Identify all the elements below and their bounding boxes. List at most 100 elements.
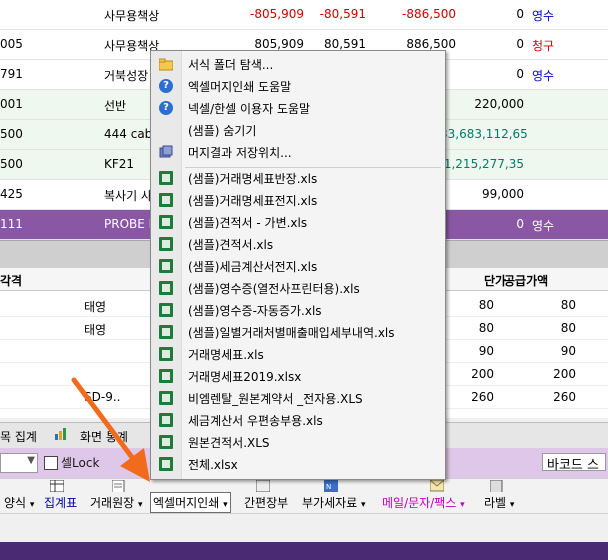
menu-item-hide-samples[interactable]: (샘플) 숨기기 <box>151 119 445 141</box>
excel-file-icon <box>159 347 173 361</box>
chevron-down-icon: ▾ <box>460 500 465 510</box>
vat-data-label: 부가세자료 <box>302 496 358 510</box>
notebook-icon <box>256 480 270 492</box>
svg-text:N: N <box>326 483 331 491</box>
supply-cell: 805,909 <box>254 37 304 51</box>
excel-file-icon <box>159 391 173 405</box>
mail-sms-fax-button[interactable]: 메일/문자/팩스 ▾ <box>382 480 465 511</box>
chevron-down-icon: ▾ <box>509 500 515 510</box>
menu-item-excel-help[interactable]: ? 엑셀머지인쇄 도움말 <box>151 75 445 97</box>
code-cell: 500 <box>0 157 23 171</box>
excel-file-icon <box>159 281 173 295</box>
vat-data-button[interactable]: N 부가세자료 ▾ <box>302 480 366 511</box>
excel-file-icon <box>159 457 173 471</box>
tax-cell: 80,591 <box>324 37 366 51</box>
supply-cell: 200 <box>553 367 576 381</box>
menu-item-xls[interactable]: (샘플)거래명세표반장.xls <box>151 167 445 189</box>
name-cell: SD-9.. <box>84 390 121 404</box>
excel-file-icon <box>159 325 173 339</box>
column-header-price: 단가 <box>484 274 507 288</box>
column-header-spec: 각격 <box>0 274 23 288</box>
simple-ledger-label: 간편장부 <box>244 496 289 510</box>
tab-item-summary[interactable]: 목 집계 <box>0 428 37 445</box>
excel-file-icon <box>159 259 173 273</box>
excel-merge-print-label: 엑셀머지인쇄 <box>153 496 220 510</box>
filter-select[interactable]: ▼ <box>0 453 38 473</box>
name-cell: 태영 <box>84 300 107 314</box>
chart-icon <box>54 428 68 443</box>
balance-cell: 0 <box>516 7 524 21</box>
help-icon: ? <box>159 101 173 115</box>
menu-item-xls[interactable]: 원본견적서.XLS <box>151 431 445 453</box>
price-cell: 200 <box>471 367 494 381</box>
label-button[interactable]: 라벨 ▾ <box>484 480 515 511</box>
chevron-down-icon: ▼ <box>27 455 35 466</box>
menu-item-xls[interactable]: (샘플)견적서 - 가변.xls <box>151 211 445 233</box>
menu-item-hancell-help[interactable]: ? 넥셀/한셀 이용자 도움말 <box>151 97 445 119</box>
supply-cell: 80 <box>560 321 576 335</box>
summary-icon <box>50 480 64 492</box>
tab-screen-stats[interactable]: 화면 통계 <box>80 428 128 445</box>
folder-icon <box>158 57 174 71</box>
form-label: 양식 <box>4 496 27 510</box>
summary-button[interactable]: 집계표 <box>44 480 78 511</box>
status-cell: 영수 <box>532 219 555 233</box>
item-name-cell: 사무용책상 <box>104 9 160 23</box>
table-row[interactable]: 사무용책상 -805,909 -80,591 -886,500 0 영수 <box>0 0 608 30</box>
menu-item-xls[interactable]: (샘플)영수증(열전사프린터용).xls <box>151 277 445 299</box>
menu-item-xls[interactable]: (샘플)일별거래처별매출매입세부내역.xls <box>151 321 445 343</box>
price-cell: 260 <box>471 390 494 404</box>
menu-item-xls[interactable]: 거래명세표2019.xlsx <box>151 365 445 387</box>
mail-sms-fax-label: 메일/문자/팩스 <box>382 496 457 510</box>
excel-file-icon <box>159 193 173 207</box>
menu-item-save-location[interactable]: 머지결과 저장위치... <box>151 141 445 163</box>
label-label: 라벨 <box>484 496 507 510</box>
code-cell: 500 <box>0 127 23 141</box>
column-header-supply: 공급가액 <box>504 274 549 288</box>
simple-ledger-button[interactable]: 간편장부 <box>244 480 289 511</box>
menu-item-xls[interactable]: 전체.xlsx <box>151 453 445 475</box>
summary-label: 집계표 <box>44 496 78 510</box>
supply-cell: 80 <box>560 298 576 312</box>
excel-merge-print-button[interactable]: 엑셀머지인쇄 ▾ <box>150 492 231 513</box>
menu-item-xls[interactable]: (샘플)영수증-자동증가.xls <box>151 299 445 321</box>
menu-item-xls[interactable]: (샘플)거래명세표전지.xls <box>151 189 445 211</box>
name-cell: 태영 <box>84 323 107 337</box>
excel-file-icon <box>159 215 173 229</box>
excel-file-icon <box>159 237 173 251</box>
main-toolbar: 양식 ▾ 집계표 거래원장 ▾ 엑셀머지인쇄 ▾ 간편장부 N 부가세자료 ▾ … <box>0 478 608 514</box>
save-location-icon <box>159 145 173 159</box>
form-button[interactable]: 양식 ▾ <box>4 494 34 511</box>
item-name-cell: 선반 <box>104 99 127 113</box>
ledger-button[interactable]: 거래원장 ▾ <box>90 480 143 511</box>
balance-cell: 1,215,277,35 <box>443 157 524 171</box>
code-cell: 425 <box>0 187 23 201</box>
menu-item-browse-folder[interactable]: 서식 폴더 탐색... <box>151 53 445 75</box>
supply-cell: 260 <box>553 390 576 404</box>
cell-lock-checkbox[interactable] <box>44 456 58 470</box>
menu-item-xls[interactable]: 세금계산서 우편송부용.xls <box>151 409 445 431</box>
news-icon: N <box>324 480 338 492</box>
item-name-cell: KF21 <box>104 157 135 171</box>
code-cell: 791 <box>0 67 23 81</box>
document-icon <box>112 480 125 492</box>
excel-file-icon <box>159 171 173 185</box>
balance-cell: 0 <box>516 217 524 231</box>
excel-file-icon <box>159 413 173 427</box>
excel-file-icon <box>159 435 173 449</box>
code-cell: 005 <box>0 37 23 51</box>
label-print-icon <box>490 480 503 492</box>
menu-item-xls[interactable]: (샘플)세금계산서전지.xls <box>151 255 445 277</box>
price-cell: 80 <box>478 298 494 312</box>
status-cell: 청구 <box>532 39 555 53</box>
barcode-input[interactable]: 바코드 스 <box>542 453 606 473</box>
balance-cell: 0 <box>516 67 524 81</box>
tax-cell: -80,591 <box>319 7 366 21</box>
menu-item-xls[interactable]: (샘플)견적서.xls <box>151 233 445 255</box>
balance-cell: 220,000 <box>474 97 524 111</box>
chevron-down-icon: ▾ <box>29 500 35 510</box>
excel-file-icon <box>159 369 173 383</box>
chevron-down-icon: ▾ <box>361 500 366 510</box>
menu-item-xls[interactable]: 비엠렌탈_원본계약서 _전자용.XLS <box>151 387 445 409</box>
menu-item-xls[interactable]: 거래명세표.xls <box>151 343 445 365</box>
